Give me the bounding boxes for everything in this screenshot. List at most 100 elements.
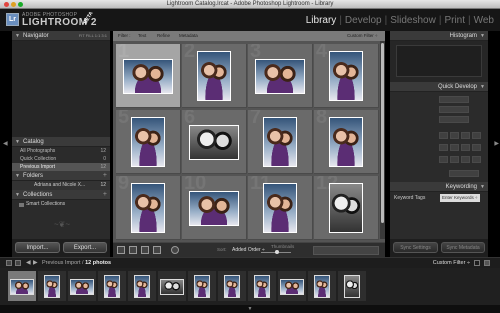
scrollbar-thumb[interactable] — [381, 43, 384, 223]
photo-thumbnail[interactable] — [263, 183, 297, 233]
compare-view-icon[interactable] — [141, 246, 149, 254]
quick-develop-header[interactable]: Quick Develop ▼ — [390, 82, 488, 92]
module-slideshow[interactable]: Slideshow — [390, 15, 436, 26]
filter-switch-icon[interactable] — [484, 260, 490, 266]
qd-step-button[interactable] — [461, 156, 470, 163]
painter-icon[interactable] — [171, 246, 179, 254]
filmstrip-cell[interactable] — [68, 271, 96, 301]
module-library[interactable]: Library — [306, 15, 337, 26]
grid-cell[interactable]: 7 — [248, 110, 313, 174]
qd-dropdown[interactable] — [439, 106, 469, 113]
filmstrip-cell[interactable] — [188, 271, 216, 301]
module-develop[interactable]: Develop — [345, 15, 382, 26]
filmstrip-cell[interactable] — [248, 271, 276, 301]
sync-metadata-button[interactable]: Sync Metadata — [441, 242, 485, 253]
qd-step-button[interactable] — [450, 144, 459, 151]
grid-scrollbar[interactable] — [380, 41, 385, 239]
filmstrip-cell[interactable] — [308, 271, 336, 301]
qd-dropdown[interactable] — [439, 96, 469, 103]
filmstrip-thumbnail[interactable] — [224, 275, 240, 298]
secondary-display-icon[interactable] — [15, 260, 21, 266]
filmstrip-thumbnail[interactable] — [194, 275, 210, 298]
collapse-right-panel-icon[interactable]: ▶ — [494, 140, 499, 147]
grid-cell[interactable]: 2 — [182, 44, 247, 108]
survey-view-icon[interactable] — [153, 246, 161, 254]
import-button[interactable]: Import... — [15, 242, 60, 253]
grid-cell[interactable]: 12 — [314, 176, 379, 240]
module-web[interactable]: Web — [474, 15, 494, 26]
qd-dropdown[interactable] — [439, 116, 469, 123]
filmstrip-thumbnail[interactable] — [134, 275, 150, 298]
qd-step-button[interactable] — [472, 132, 481, 139]
thumbnail-size-knob[interactable] — [275, 250, 279, 254]
add-folder-icon[interactable]: + — [103, 171, 107, 181]
photo-thumbnail[interactable] — [329, 117, 363, 167]
filter-lock-icon[interactable] — [474, 260, 480, 266]
filmstrip-cell[interactable] — [8, 271, 36, 301]
grid-cell[interactable]: 11 — [248, 176, 313, 240]
sort-dropdown[interactable]: Added Order ÷ — [232, 247, 265, 253]
filmstrip-source[interactable]: Previous Import / 12 photos — [42, 260, 111, 266]
qd-step-button[interactable] — [461, 132, 470, 139]
filmstrip-thumbnail[interactable] — [160, 279, 184, 295]
filter-refine-tab[interactable]: Refine — [157, 33, 170, 38]
export-button[interactable]: Export... — [63, 242, 107, 253]
photo-thumbnail[interactable] — [189, 125, 239, 160]
folder-item[interactable]: Adriana and Nicole X... 12 — [12, 181, 110, 190]
filmstrip-thumbnail[interactable] — [254, 275, 270, 298]
filter-metadata-tab[interactable]: Metadata — [179, 33, 198, 38]
loupe-view-icon[interactable] — [129, 246, 137, 254]
grid-cell[interactable]: 3 — [248, 44, 313, 108]
grid-cell[interactable]: 4 — [314, 44, 379, 108]
qd-step-button[interactable] — [472, 144, 481, 151]
qd-step-button[interactable] — [461, 144, 470, 151]
secondary-window-icon[interactable] — [6, 260, 12, 266]
photo-thumbnail[interactable] — [329, 51, 363, 101]
photo-thumbnail[interactable] — [131, 117, 165, 167]
back-arrow-icon[interactable]: ◀ — [26, 259, 31, 266]
filmstrip-custom-filter[interactable]: Custom Filter ÷ — [433, 260, 470, 266]
collection-item-smart-collections[interactable]: Smart Collections — [12, 200, 110, 209]
qd-step-button[interactable] — [439, 132, 448, 139]
add-collection-icon[interactable]: + — [103, 190, 107, 200]
filmstrip-thumbnail[interactable] — [44, 275, 60, 298]
folders-header[interactable]: ▼ Folders + — [12, 171, 110, 181]
photo-thumbnail[interactable] — [189, 191, 239, 226]
photo-thumbnail[interactable] — [263, 117, 297, 167]
grid-cell[interactable]: 1 — [116, 44, 181, 108]
photo-thumbnail[interactable] — [255, 59, 305, 94]
grid-cell[interactable]: 5 — [116, 110, 181, 174]
filmstrip-thumbnail[interactable] — [314, 275, 330, 298]
sync-settings-button[interactable]: Sync Settings — [393, 242, 438, 253]
module-print[interactable]: Print — [444, 15, 465, 26]
qd-step-button[interactable] — [450, 156, 459, 163]
navigator-zoom-options[interactable]: FIT FILL 1:1 3:1 — [79, 31, 107, 41]
forward-arrow-icon[interactable]: ▶ — [33, 259, 38, 266]
filmstrip-cell[interactable] — [128, 271, 156, 301]
photo-thumbnail[interactable] — [329, 183, 363, 233]
collapse-left-panel-icon[interactable]: ◀ — [3, 140, 8, 147]
qd-step-button[interactable] — [439, 156, 448, 163]
grid-cell[interactable]: 10 — [182, 176, 247, 240]
filmstrip-thumbnail[interactable] — [344, 275, 360, 298]
histogram-header[interactable]: Histogram ▼ — [390, 31, 488, 41]
catalog-header[interactable]: ▼ Catalog — [12, 137, 110, 147]
filmstrip-thumbnail[interactable] — [70, 279, 94, 295]
custom-filter-dropdown[interactable]: Custom Filter ÷ — [347, 33, 377, 38]
photo-thumbnail[interactable] — [197, 51, 231, 101]
navigator-header[interactable]: ▼ Navigator FIT FILL 1:1 3:1 — [12, 31, 110, 41]
photo-thumbnail[interactable] — [123, 59, 173, 94]
filmstrip-cell[interactable] — [98, 271, 126, 301]
grid-cell[interactable]: 9 — [116, 176, 181, 240]
catalog-item-quick-collection[interactable]: Quick Collection 0 — [12, 155, 110, 163]
qd-step-button[interactable] — [450, 132, 459, 139]
filmstrip-cell[interactable] — [218, 271, 246, 301]
filmstrip-thumbnail[interactable] — [104, 275, 120, 298]
filmstrip-cell[interactable] — [338, 271, 366, 301]
catalog-item-all-photographs[interactable]: All Photographs 12 — [12, 147, 110, 155]
catalog-item-previous-import[interactable]: Previous Import 12 — [12, 163, 110, 171]
filmstrip-thumbnail[interactable] — [10, 279, 34, 295]
filter-text-tab[interactable]: Text — [138, 33, 146, 38]
grid-cell[interactable]: 6 — [182, 110, 247, 174]
grid-view-icon[interactable] — [117, 246, 125, 254]
